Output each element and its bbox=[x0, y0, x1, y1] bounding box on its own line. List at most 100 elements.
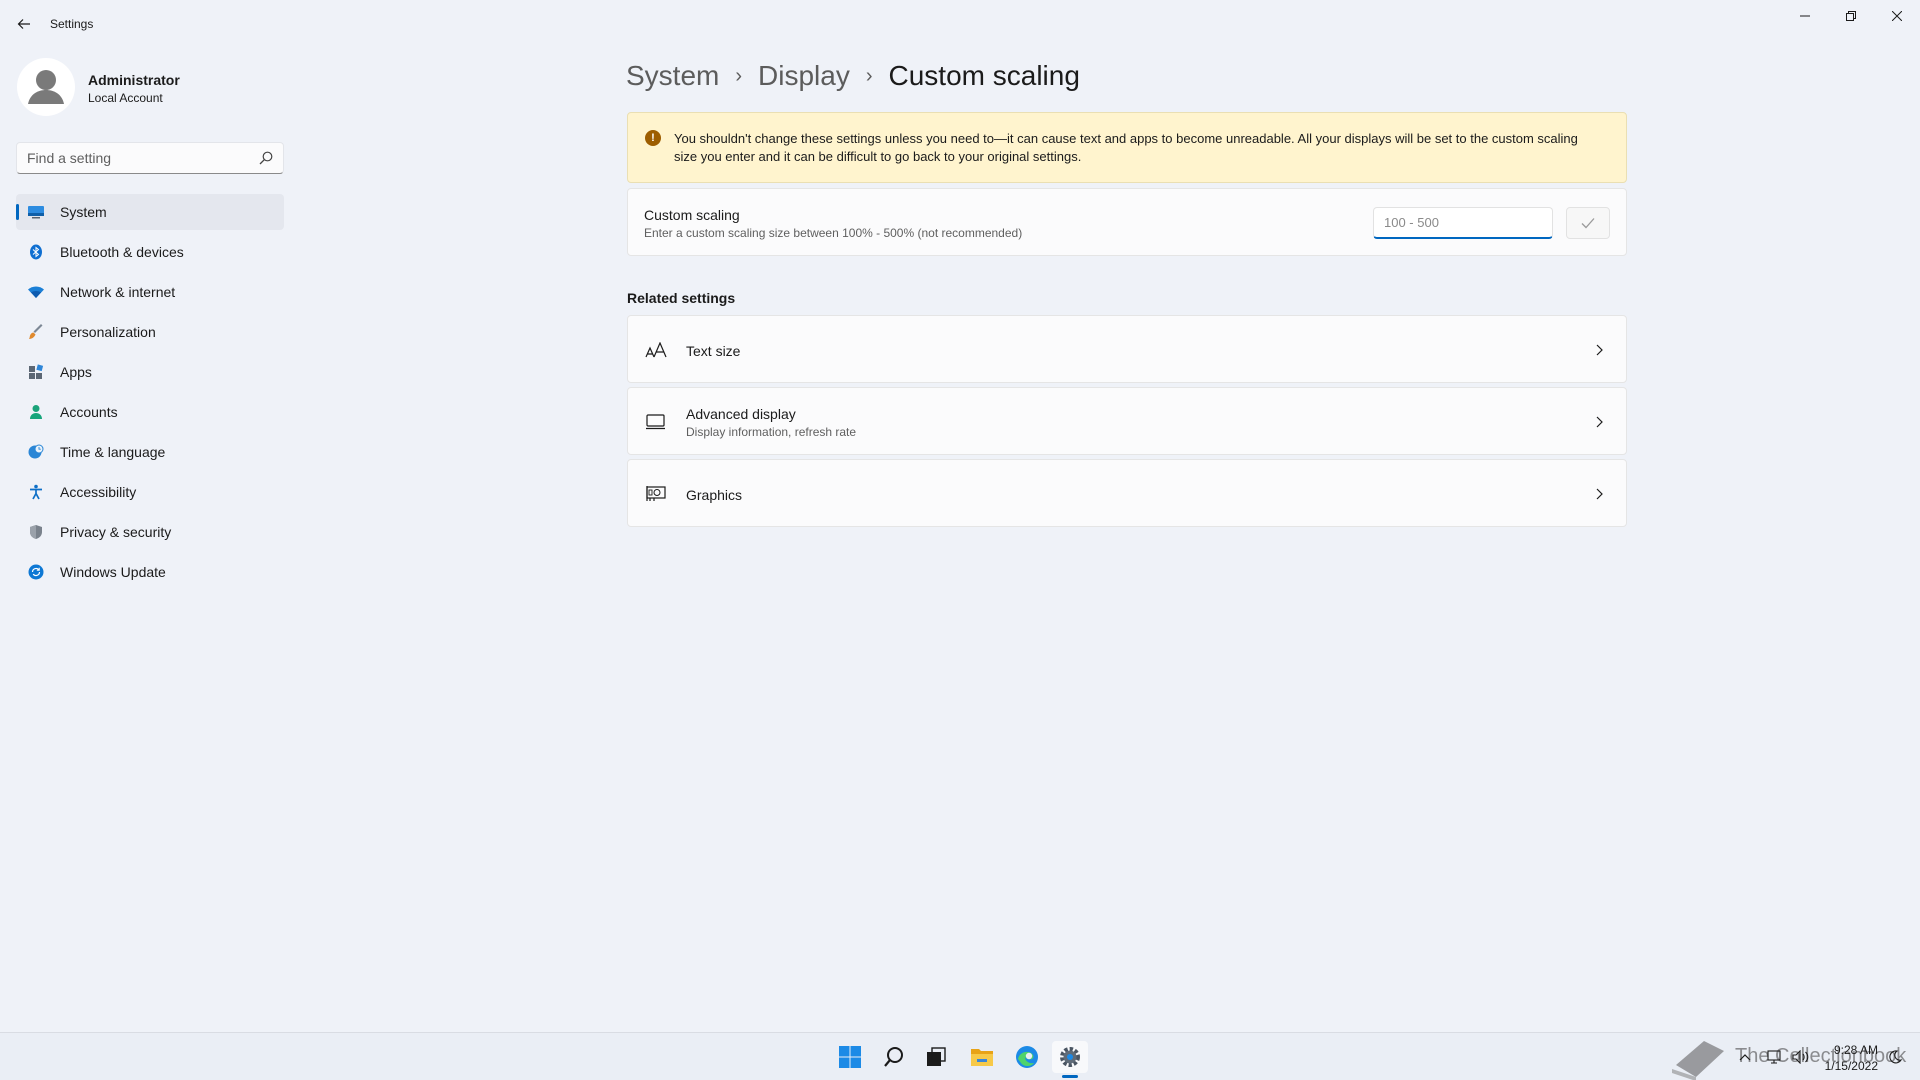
system-icon bbox=[27, 203, 45, 221]
related-item-graphics[interactable]: Graphics bbox=[627, 459, 1627, 527]
sidebar-item-label: Accessibility bbox=[60, 484, 137, 500]
sidebar-item-bluetooth[interactable]: Bluetooth & devices bbox=[16, 234, 284, 270]
sidebar-item-system[interactable]: System bbox=[16, 194, 284, 230]
network-icon bbox=[1767, 1050, 1781, 1064]
person-icon bbox=[27, 403, 45, 421]
sidebar-item-time-language[interactable]: Time & language bbox=[16, 434, 284, 470]
settings-window: Settings Administrator Local Account Sys… bbox=[0, 0, 1920, 1032]
minimize-button[interactable] bbox=[1782, 0, 1828, 32]
warning-icon: ! bbox=[645, 130, 661, 146]
settings-button[interactable] bbox=[1052, 1041, 1088, 1073]
clock-time: 9:28 AM bbox=[1833, 1043, 1878, 1057]
task-view-icon bbox=[927, 1047, 946, 1066]
moon-icon bbox=[1889, 1050, 1902, 1064]
page-title: Custom scaling bbox=[888, 60, 1080, 91]
app-title: Settings bbox=[50, 17, 94, 31]
custom-scaling-description: Enter a custom scaling size between 100%… bbox=[644, 226, 1023, 240]
clock-date: 1/15/2022 bbox=[1824, 1059, 1878, 1073]
sidebar-item-label: System bbox=[60, 204, 107, 220]
breadcrumb-separator-icon: › bbox=[735, 64, 743, 87]
taskbar: The Collectionbook 9:28 AM 1/15/2022 bbox=[0, 1032, 1920, 1080]
restore-icon bbox=[1846, 11, 1856, 21]
notifications-button[interactable] bbox=[1884, 1041, 1906, 1073]
text-size-icon bbox=[644, 338, 668, 362]
sidebar-item-accounts[interactable]: Accounts bbox=[16, 394, 284, 430]
related-settings-heading: Related settings bbox=[627, 290, 736, 306]
back-arrow-icon bbox=[17, 19, 30, 29]
clock[interactable]: 9:28 AM 1/15/2022 bbox=[1824, 1042, 1878, 1074]
show-hidden-icons-button[interactable] bbox=[1734, 1041, 1756, 1073]
file-explorer-button[interactable] bbox=[964, 1041, 1000, 1073]
custom-scaling-input[interactable] bbox=[1373, 207, 1553, 239]
sidebar-item-label: Privacy & security bbox=[60, 524, 172, 540]
file-explorer-icon bbox=[971, 1049, 993, 1066]
volume-tray-button[interactable] bbox=[1790, 1041, 1812, 1073]
volume-icon bbox=[1792, 1050, 1809, 1064]
sidebar-item-network[interactable]: Network & internet bbox=[16, 274, 284, 310]
chevron-right-icon bbox=[1596, 344, 1603, 356]
bluetooth-icon bbox=[27, 243, 45, 261]
account-type: Local Account bbox=[88, 91, 163, 105]
user-name: Administrator bbox=[88, 72, 180, 88]
settings-icon bbox=[1060, 1047, 1080, 1067]
shield-icon bbox=[27, 523, 45, 541]
sidebar-item-personalization[interactable]: Personalization bbox=[16, 314, 284, 350]
related-item-title: Graphics bbox=[686, 487, 743, 503]
taskbar-search-button[interactable] bbox=[876, 1041, 912, 1073]
sidebar-item-label: Bluetooth & devices bbox=[60, 244, 184, 260]
title-bar: Settings bbox=[0, 0, 1920, 48]
watermark-text: The Collectionbook bbox=[1735, 1045, 1907, 1067]
task-view-button[interactable] bbox=[918, 1041, 954, 1073]
breadcrumb: System › Display › Custom scaling bbox=[626, 56, 1080, 96]
person-avatar-icon bbox=[28, 70, 64, 104]
globe-clock-icon bbox=[27, 443, 45, 461]
sidebar-item-label: Personalization bbox=[60, 324, 156, 340]
sidebar-item-label: Accounts bbox=[60, 404, 118, 420]
active-app-indicator bbox=[1062, 1075, 1078, 1078]
back-button[interactable] bbox=[12, 12, 36, 36]
active-indicator bbox=[16, 204, 19, 220]
breadcrumb-separator-icon: › bbox=[865, 64, 873, 87]
related-item-advanced-display[interactable]: Advanced display Display information, re… bbox=[627, 387, 1627, 455]
related-item-subtitle: Display information, refresh rate bbox=[686, 425, 857, 439]
start-button[interactable] bbox=[832, 1041, 868, 1073]
chevron-right-icon bbox=[1596, 488, 1603, 500]
apps-icon bbox=[27, 363, 45, 381]
sidebar-item-apps[interactable]: Apps bbox=[16, 354, 284, 390]
related-item-title: Advanced display bbox=[686, 406, 796, 422]
chevron-up-icon bbox=[1739, 1054, 1751, 1061]
apply-scaling-button[interactable] bbox=[1566, 207, 1610, 239]
sidebar-item-windows-update[interactable]: Windows Update bbox=[16, 554, 284, 590]
search-box[interactable] bbox=[16, 142, 284, 174]
breadcrumb-system[interactable]: System bbox=[626, 60, 719, 92]
wifi-icon bbox=[27, 283, 45, 301]
update-icon bbox=[27, 563, 45, 581]
sidebar-item-label: Windows Update bbox=[60, 564, 166, 580]
search-icon bbox=[259, 151, 273, 165]
search-icon bbox=[884, 1047, 903, 1067]
breadcrumb-display[interactable]: Display bbox=[758, 60, 850, 92]
custom-scaling-title: Custom scaling bbox=[644, 207, 740, 223]
sidebar-item-privacy-security[interactable]: Privacy & security bbox=[16, 514, 284, 550]
related-item-text-size[interactable]: Text size bbox=[627, 315, 1627, 383]
warning-banner: ! You shouldn't change these settings un… bbox=[627, 112, 1627, 183]
edge-button[interactable] bbox=[1009, 1041, 1045, 1073]
restore-button[interactable] bbox=[1828, 0, 1874, 32]
book-watermark-icon bbox=[1672, 1041, 1724, 1080]
sidebar-item-label: Network & internet bbox=[60, 284, 176, 300]
minimize-icon bbox=[1800, 15, 1810, 17]
graphics-card-icon bbox=[644, 482, 668, 506]
brush-icon bbox=[27, 323, 45, 341]
network-tray-button[interactable] bbox=[1764, 1041, 1786, 1073]
close-button[interactable] bbox=[1874, 0, 1920, 32]
custom-scaling-card: Custom scaling Enter a custom scaling si… bbox=[627, 188, 1627, 256]
sidebar-item-accessibility[interactable]: Accessibility bbox=[16, 474, 284, 510]
search-input[interactable] bbox=[27, 143, 247, 173]
edge-icon bbox=[1016, 1046, 1038, 1068]
avatar[interactable] bbox=[17, 58, 75, 116]
related-item-title: Text size bbox=[686, 343, 741, 359]
sidebar-item-label: Time & language bbox=[60, 444, 166, 460]
close-icon bbox=[1892, 11, 1902, 21]
warning-text: You shouldn't change these settings unle… bbox=[674, 131, 1578, 164]
sidebar-nav: System Bluetooth & devices Network & int… bbox=[16, 194, 284, 594]
